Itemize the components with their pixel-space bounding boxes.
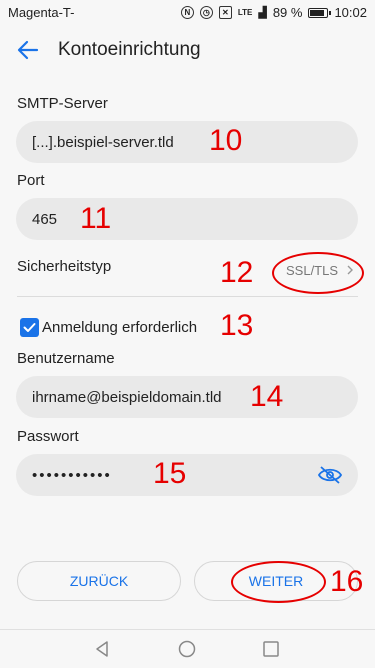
eye-icon[interactable] <box>318 466 342 484</box>
password-input[interactable]: ••••••••••• <box>16 454 358 496</box>
mute-icon: ✕ <box>218 6 232 19</box>
nav-back-icon[interactable] <box>93 640 111 658</box>
username-value: ihrname@beispieldomain.tld <box>32 388 222 406</box>
auth-required-label: Anmeldung erforderlich <box>42 319 198 336</box>
security-type-value: SSL/TLS <box>286 263 339 278</box>
smtp-server-label: SMTP-Server <box>17 95 108 112</box>
annotation-10: 10 <box>209 124 243 157</box>
annotation-13: 13 <box>220 309 254 342</box>
nav-home-icon[interactable] <box>178 640 196 658</box>
port-input[interactable]: 465 <box>16 198 358 240</box>
annotation-15: 15 <box>153 457 187 490</box>
username-label: Benutzername <box>17 350 115 367</box>
auth-required-checkbox[interactable] <box>20 318 39 337</box>
clock: 10:02 <box>334 5 367 20</box>
password-value: ••••••••••• <box>32 466 112 484</box>
app-bar: Kontoeinrichtung <box>0 26 375 74</box>
smtp-server-input[interactable]: [...].beispiel-server.tld <box>16 121 358 163</box>
security-type-label: Sicherheitstyp <box>17 258 112 275</box>
divider <box>17 296 358 297</box>
alarm-icon: ◷ <box>199 6 213 19</box>
annotation-11: 11 <box>80 202 112 235</box>
back-button[interactable]: ZURÜCK <box>17 561 181 601</box>
network-type: LTE <box>237 8 253 17</box>
battery-percent: 89 % <box>272 5 303 20</box>
annotation-12: 12 <box>220 256 254 289</box>
page-title: Kontoeinrichtung <box>58 39 201 60</box>
status-icons: N ◷ ✕ LTE ▟ 89 % 10:02 <box>180 5 367 20</box>
annotation-16: 16 <box>330 565 364 598</box>
arrow-left-icon[interactable] <box>14 36 42 64</box>
annotation-oval-next <box>231 561 326 603</box>
nav-recents-icon[interactable] <box>262 640 280 658</box>
battery-icon <box>308 7 332 18</box>
carrier-name: Magenta-T- <box>8 5 75 20</box>
password-label: Passwort <box>17 428 79 445</box>
signal-icon: ▟ <box>258 7 267 19</box>
port-label: Port <box>17 172 45 189</box>
navigation-bar <box>0 629 375 668</box>
status-bar: Magenta-T- N ◷ ✕ LTE ▟ 89 % 10:02 <box>0 0 375 26</box>
port-value: 465 <box>32 210 58 228</box>
chevron-right-icon <box>347 265 353 275</box>
smtp-server-value: [...].beispiel-server.tld <box>32 133 174 151</box>
username-input[interactable]: ihrname@beispieldomain.tld <box>16 376 358 418</box>
checkmark-icon <box>23 323 36 332</box>
nfc-icon: N <box>180 6 194 19</box>
annotation-14: 14 <box>250 380 284 413</box>
